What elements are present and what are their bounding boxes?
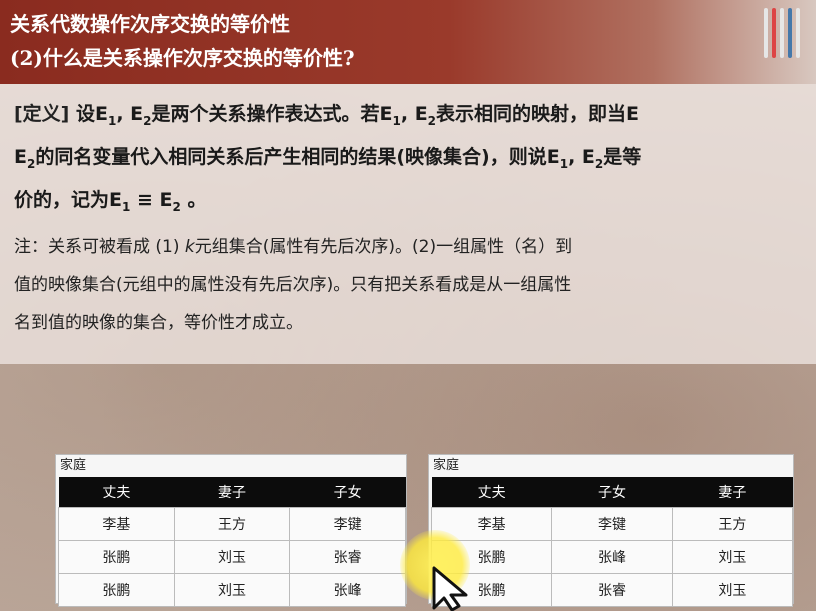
subscript: 1	[392, 113, 401, 128]
slide-subtitle: (2)什么是关系操作次序交换的等价性?	[10, 46, 355, 70]
table-cell: 李基	[58, 507, 175, 541]
def-text: 是两个关系操作表达式。若E	[151, 103, 393, 125]
def-text: 价的，记为E	[14, 188, 122, 211]
subscript: 2	[172, 199, 181, 214]
column-header: 妻子	[672, 477, 793, 508]
table-cell: 李键	[289, 507, 406, 541]
table-title: 家庭	[433, 458, 460, 473]
def-text: ≡ E	[130, 188, 173, 211]
def-text: , E	[400, 103, 428, 125]
slide-title: 关系代数操作次序交换的等价性	[10, 12, 290, 36]
note-line: 元组集合(属性有先后次序)。(2)一组属性（名）到	[194, 237, 573, 257]
note-line: 名到值的映像的集合，等价性才成立。	[14, 313, 303, 333]
column-header: 子女	[289, 477, 406, 508]
table-cell: 张峰	[289, 573, 406, 607]
table-cell: 刘玉	[671, 573, 794, 607]
table-header-row: 丈夫 妻子 子女	[58, 477, 406, 508]
note-line: 注：关系可被看成 (1)	[14, 237, 185, 257]
note-italic: k	[184, 237, 195, 257]
table-cell: 张鹏	[58, 573, 175, 607]
table-cell: 刘玉	[671, 540, 794, 574]
table-cell: 张睿	[289, 540, 406, 574]
table-title: 家庭	[60, 458, 87, 473]
relation-table: 丈夫 妻子 子女 李基 王方 李键 张鹏 刘玉 张睿 张鹏 刘玉 张峰	[58, 477, 406, 607]
definition-text: [定义] 设E1, E2是两个关系操作表达式。若E1, E2表示相同的映射，即当…	[14, 96, 814, 224]
subscript: 2	[427, 113, 437, 128]
def-text: 的同名变量代入相同关系后产生相同的结果(映像集合)，则说E	[35, 145, 560, 168]
table-cell: 刘玉	[173, 573, 291, 607]
mouse-pointer-icon	[432, 566, 468, 611]
table-cell: 李键	[551, 507, 673, 541]
table-row: 李基 王方 李键	[58, 507, 406, 541]
table-cell: 刘玉	[173, 540, 291, 574]
decor-bars-icon	[760, 4, 810, 64]
relation-table: 丈夫 子女 妻子 李基 李键 王方 张鹏 张峰 刘玉 张鹏 张睿 刘玉	[430, 477, 794, 607]
def-text: 设E	[69, 103, 108, 125]
family-table-right: 家庭 丈夫 子女 妻子 李基 李键 王方 张鹏 张峰 刘玉 张鹏 张睿 刘玉	[428, 454, 794, 607]
table-row: 张鹏 刘玉 张峰	[58, 573, 406, 607]
table-cell: 王方	[671, 507, 794, 541]
table-cell: 王方	[173, 507, 291, 541]
table-cell: 张峰	[551, 540, 673, 574]
table-row: 张鹏 张睿 刘玉	[430, 573, 794, 607]
table-cell: 张鹏	[58, 540, 175, 574]
table-row: 李基 李键 王方	[430, 507, 794, 541]
def-text: E	[14, 145, 27, 168]
slide-header: 关系代数操作次序交换的等价性 (2)什么是关系操作次序交换的等价性?	[0, 0, 816, 84]
def-text: 表示相同的映射，即当E	[436, 103, 640, 125]
note-text: 注：关系可被看成 (1) k元组集合(属性有先后次序)。(2)一组属性（名）到 …	[14, 228, 814, 342]
subscript: 1	[559, 156, 569, 171]
table-cell: 张睿	[551, 573, 673, 607]
note-line: 值的映像集合(元组中的属性没有先后次序)。只有把关系看成是从一组属性	[14, 275, 572, 295]
table-row: 张鹏 张峰 刘玉	[430, 540, 794, 574]
def-text: 。	[180, 188, 207, 211]
def-text: , E	[568, 145, 595, 168]
column-header: 子女	[551, 477, 673, 508]
column-header: 丈夫	[431, 477, 552, 508]
column-header: 丈夫	[58, 477, 175, 508]
column-header: 妻子	[174, 477, 290, 508]
subscript: 2	[143, 113, 152, 128]
def-text: , E	[116, 103, 144, 125]
definition-tag: [定义]	[14, 103, 70, 125]
table-row: 张鹏 刘玉 张睿	[58, 540, 406, 574]
def-text: 是等	[603, 145, 642, 168]
subscript: 2	[594, 156, 604, 171]
table-header-row: 丈夫 子女 妻子	[431, 477, 793, 508]
family-table-left: 家庭 丈夫 妻子 子女 李基 王方 李键 张鹏 刘玉 张睿 张鹏 刘玉 张峰	[55, 454, 407, 607]
